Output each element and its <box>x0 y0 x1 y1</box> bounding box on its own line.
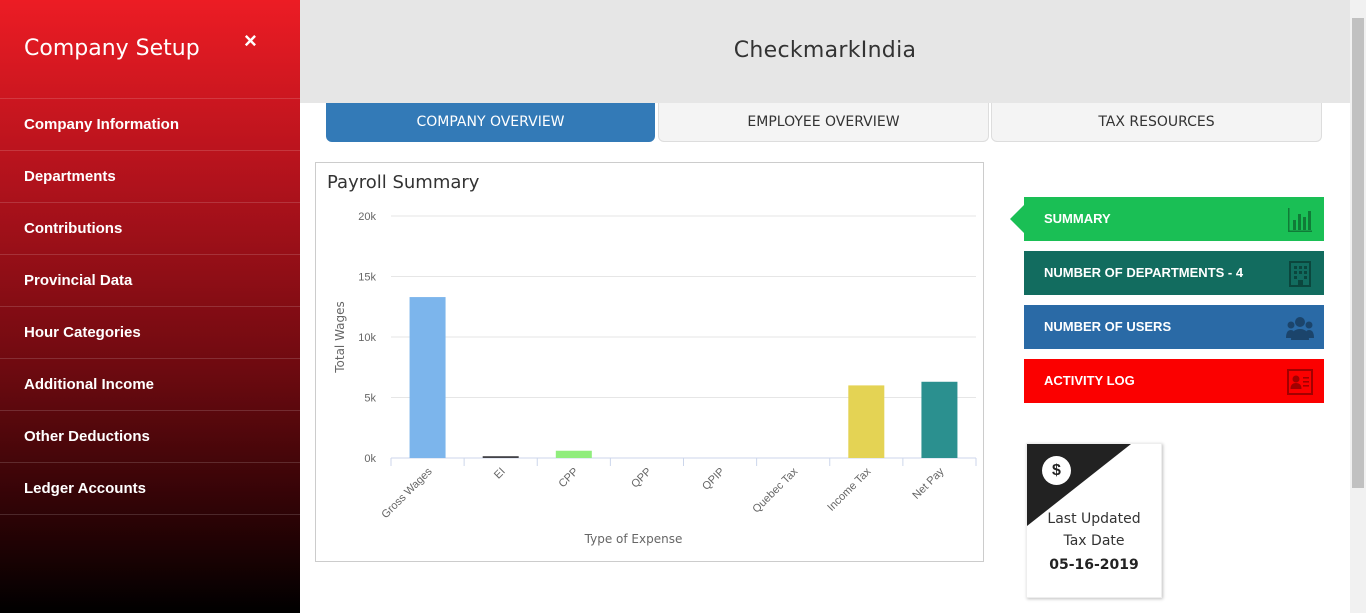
number-of-users-button[interactable]: NUMBER OF USERS <box>1024 305 1324 349</box>
x-tick-label: Quebec Tax <box>750 465 800 515</box>
close-icon[interactable]: × <box>244 28 257 54</box>
departments-label: NUMBER OF DEPARTMENTS - 4 <box>1044 265 1244 280</box>
summary-label: SUMMARY <box>1044 211 1111 226</box>
activity-log-button[interactable]: ACTIVITY LOG <box>1024 359 1324 403</box>
scrollbar-thumb[interactable] <box>1352 18 1364 488</box>
sidebar-item-contributions[interactable]: Contributions <box>0 203 300 255</box>
sidebar-title: Company Setup <box>24 36 200 61</box>
y-tick-label: 5k <box>364 393 376 405</box>
y-axis-title: Total Wages <box>333 301 347 374</box>
building-icon <box>1289 261 1311 287</box>
sidebar-menu: Company Information Departments Contribu… <box>0 98 300 515</box>
sidebar-item-departments[interactable]: Departments <box>0 151 300 203</box>
header: CheckmarkIndia <box>300 0 1350 103</box>
bar <box>555 450 592 458</box>
x-tick-label: QPIP <box>700 466 727 493</box>
bar <box>848 385 885 458</box>
x-tick-label: QPP <box>629 466 654 491</box>
x-axis-title: Type of Expense <box>584 532 683 546</box>
tax-date-label-line2: Tax Date <box>1063 533 1125 549</box>
x-tick-label: Net Pay <box>910 465 947 502</box>
x-tick-label: CPP <box>556 466 580 490</box>
bar-chart-icon <box>1288 208 1312 232</box>
tax-date-label: Last Updated Tax Date <box>1027 508 1161 552</box>
tax-date-value: 05-16-2019 <box>1049 557 1139 573</box>
payroll-summary-panel: 0k 5k 10k 15k 20k Gross Wages EI CPP QPP QPIP Queb… <box>315 162 984 562</box>
dollar-icon: $ <box>1042 456 1071 485</box>
y-tick-label: 0k <box>364 453 376 465</box>
bar <box>409 297 446 458</box>
y-tick-label: 15k <box>358 272 376 284</box>
x-tick-label: Income Tax <box>825 465 873 513</box>
number-of-departments-button[interactable]: NUMBER OF DEPARTMENTS - 4 <box>1024 251 1324 295</box>
payroll-chart: 0k 5k 10k 15k 20k Gross Wages EI CPP QPP QPIP Queb… <box>333 211 977 546</box>
scrollbar[interactable] <box>1350 0 1366 613</box>
tab-company-overview[interactable]: COMPANY OVERVIEW <box>326 103 655 142</box>
x-tick-label: EI <box>492 466 508 482</box>
sidebar-item-company-information[interactable]: Company Information <box>0 99 300 151</box>
users-label: NUMBER OF USERS <box>1044 319 1172 334</box>
tax-date-card: $ Last Updated Tax Date 05-16-2019 <box>1026 443 1162 598</box>
tab-tax-resources[interactable]: TAX RESOURCES <box>991 103 1322 142</box>
sidebar-item-other-deductions[interactable]: Other Deductions <box>0 411 300 463</box>
y-tick-label: 20k <box>358 211 376 223</box>
tax-date-label-line1: Last Updated <box>1047 511 1141 527</box>
sidebar-item-hour-categories[interactable]: Hour Categories <box>0 307 300 359</box>
y-tick-label: 10k <box>358 332 376 344</box>
sidebar-item-provincial-data[interactable]: Provincial Data <box>0 255 300 307</box>
sidebar-item-ledger-accounts[interactable]: Ledger Accounts <box>0 463 300 515</box>
sidebar-item-additional-income[interactable]: Additional Income <box>0 359 300 411</box>
bar <box>482 456 519 458</box>
activity-log-label: ACTIVITY LOG <box>1044 373 1135 388</box>
x-tick-label: Gross Wages <box>379 465 435 521</box>
sidebar: Company Setup × Company Information Depa… <box>0 0 300 613</box>
panel-title: Payroll Summary <box>327 172 480 193</box>
summary-button[interactable]: SUMMARY <box>1010 197 1324 241</box>
users-icon <box>1286 317 1314 340</box>
id-card-icon <box>1287 369 1313 395</box>
tab-employee-overview[interactable]: EMPLOYEE OVERVIEW <box>658 103 989 142</box>
brand-title: CheckmarkIndia <box>733 38 917 63</box>
bar <box>921 381 958 458</box>
